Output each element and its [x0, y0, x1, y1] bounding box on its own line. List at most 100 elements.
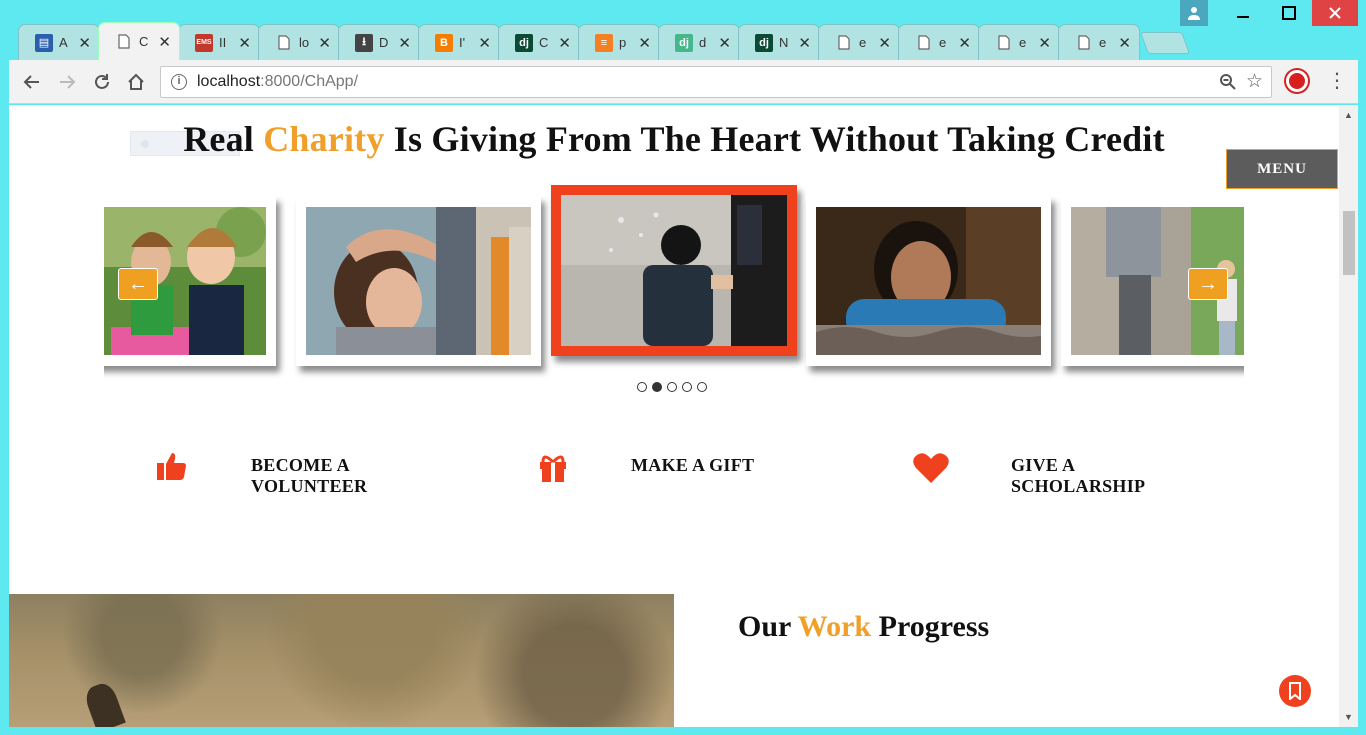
photo-smiling-girl — [816, 207, 1041, 355]
browser-tab-3[interactable]: EMS II ✕ — [178, 24, 260, 60]
scroll-thumb[interactable] — [1343, 211, 1355, 275]
tab-close-icon[interactable]: ✕ — [638, 34, 651, 52]
browser-tab-9[interactable]: dj d ✕ — [658, 24, 740, 60]
feature-gift-line1: MAKE A GIFT — [631, 455, 755, 475]
browser-tab-2[interactable]: C ✕ — [98, 22, 180, 60]
tab-close-icon[interactable]: ✕ — [158, 33, 171, 51]
work-title-accent: Work — [797, 610, 872, 643]
tab-title: e — [1099, 35, 1107, 50]
home-button[interactable] — [123, 70, 149, 94]
django-icon: dj — [675, 33, 693, 52]
tab-close-icon[interactable]: ✕ — [798, 34, 811, 52]
tab-close-icon[interactable]: ✕ — [718, 34, 731, 52]
carousel-dot-3[interactable] — [667, 382, 677, 392]
carousel-dot-4[interactable] — [682, 382, 692, 392]
tab-close-icon[interactable]: ✕ — [558, 34, 571, 52]
carousel-prev-button[interactable]: ← — [118, 268, 158, 300]
tab-title: C — [539, 35, 549, 50]
extension-icon[interactable] — [1286, 70, 1308, 92]
tab-close-icon[interactable]: ✕ — [1038, 34, 1051, 52]
work-progress-photo — [9, 594, 674, 727]
browser-tab-11[interactable]: e ✕ — [818, 24, 900, 60]
document-chart-icon: ▤ — [35, 33, 53, 52]
forward-button[interactable] — [54, 70, 80, 94]
close-window-button[interactable] — [1312, 0, 1358, 26]
browser-tab-12[interactable]: e ✕ — [898, 24, 980, 60]
tab-close-icon[interactable]: ✕ — [878, 34, 891, 52]
headline-text-start: Real — [183, 119, 264, 159]
browser-tab-13[interactable]: e ✕ — [978, 24, 1060, 60]
tab-title: e — [1019, 35, 1027, 50]
tab-title: e — [939, 35, 947, 50]
tab-title: d — [699, 35, 707, 50]
browser-menu-icon[interactable]: ⋮ — [1327, 68, 1347, 93]
tab-close-icon[interactable]: ✕ — [78, 34, 91, 52]
django-icon: dj — [755, 33, 773, 52]
window-controls — [1180, 0, 1358, 28]
page-icon — [115, 33, 133, 51]
thumbs-up-icon — [156, 450, 196, 490]
browser-tab-14[interactable]: e ✕ — [1058, 24, 1140, 60]
site-info-icon[interactable]: i — [171, 74, 187, 90]
carousel-next-button[interactable]: → — [1188, 268, 1228, 300]
tab-title: lo — [299, 35, 310, 50]
page-viewport: Real Charity Is Giving From The Heart Wi… — [9, 105, 1358, 727]
scroll-down-arrow[interactable]: ▼ — [1339, 709, 1358, 725]
carousel-slide-4[interactable] — [806, 196, 1051, 366]
feature-gift-label: MAKE A GIFT — [631, 455, 831, 476]
tab-close-icon[interactable]: ✕ — [238, 34, 251, 52]
photo-child-hand-on-head — [306, 207, 531, 355]
tab-title: II — [219, 35, 227, 50]
page-icon — [835, 34, 853, 52]
tab-close-icon[interactable]: ✕ — [318, 34, 331, 52]
new-tab-button[interactable] — [1139, 32, 1191, 54]
carousel-dots — [637, 382, 707, 392]
scroll-up-arrow[interactable]: ▲ — [1339, 107, 1358, 123]
browser-tab-8[interactable]: ≡ p ✕ — [578, 24, 660, 60]
browser-tab-5[interactable]: ⭳ D ✕ — [338, 24, 420, 60]
reload-button[interactable] — [89, 70, 115, 94]
carousel-slide-3-active[interactable] — [551, 185, 797, 356]
browser-tab-6[interactable]: B I' ✕ — [418, 24, 500, 60]
feature-volunteer-label: BECOME A VOLUNTEER — [251, 455, 451, 497]
url-path: :8000/ChApp/ — [260, 73, 359, 90]
tab-title: I' — [459, 35, 466, 50]
photo-boy-walking-with-parent — [561, 195, 787, 346]
page-icon — [995, 34, 1013, 52]
tab-close-icon[interactable]: ✕ — [1118, 34, 1131, 52]
browser-tab-7[interactable]: dj C ✕ — [498, 24, 580, 60]
address-url[interactable]: localhost:8000/ChApp/ — [197, 73, 358, 91]
menu-button[interactable]: MENU — [1226, 149, 1338, 189]
stackoverflow-icon: ≡ — [595, 33, 613, 52]
work-title-end: Progress — [871, 610, 990, 643]
feature-scholarship-line1: GIVE A — [1011, 455, 1076, 475]
url-host: localhost — [197, 73, 261, 90]
tab-close-icon[interactable]: ✕ — [398, 34, 411, 52]
address-bar[interactable]: i localhost:8000/ChApp/ ☆ — [160, 66, 1272, 98]
ems-icon: EMS — [195, 33, 213, 52]
tab-close-icon[interactable]: ✕ — [958, 34, 971, 52]
django-icon: dj — [515, 33, 533, 52]
zoom-icon[interactable] — [1219, 73, 1237, 96]
work-progress-title: Our Work Progress — [738, 610, 989, 644]
heart-icon — [913, 452, 953, 492]
tab-close-icon[interactable]: ✕ — [478, 34, 491, 52]
carousel-slide-2[interactable] — [296, 196, 541, 366]
page-scrollbar[interactable]: ▲ ▼ — [1339, 105, 1358, 727]
carousel-dot-2[interactable] — [652, 382, 662, 392]
bookmark-badge-icon[interactable] — [1279, 675, 1311, 707]
carousel-dot-1[interactable] — [637, 382, 647, 392]
minimize-button[interactable] — [1220, 0, 1266, 26]
carousel-dot-5[interactable] — [697, 382, 707, 392]
download-icon: ⭳ — [355, 33, 373, 52]
bookmark-star-icon[interactable]: ☆ — [1246, 70, 1263, 93]
browser-tab-10[interactable]: dj N ✕ — [738, 24, 820, 60]
headline-text-end: Is Giving From The Heart Without Taking … — [384, 119, 1165, 159]
page-icon — [1075, 34, 1093, 52]
maximize-button[interactable] — [1266, 0, 1312, 26]
browser-tab-4[interactable]: lo ✕ — [258, 24, 340, 60]
page-icon — [275, 34, 293, 52]
browser-tab-1[interactable]: ▤ A ✕ — [18, 24, 100, 60]
back-button[interactable] — [19, 70, 45, 94]
feature-scholarship-line2: SCHOLARSHIP — [1011, 476, 1146, 496]
